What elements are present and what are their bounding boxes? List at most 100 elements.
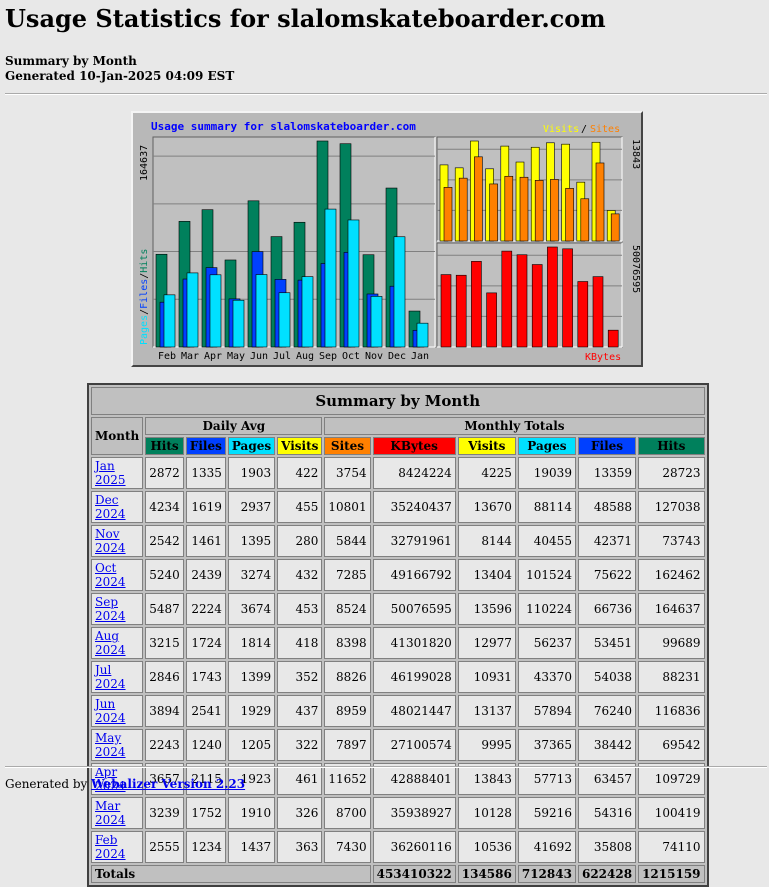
cell-hits: 88231	[638, 661, 705, 693]
cell-d-hits: 2243	[145, 729, 184, 761]
cell-d-hits: 2542	[145, 525, 184, 557]
cell-visits: 13137	[457, 695, 516, 727]
divider-top	[5, 93, 767, 95]
month-link[interactable]: May 2024	[95, 731, 126, 759]
cell-kbytes: 36260116	[372, 831, 456, 863]
monthly-totals-header: Monthly Totals	[324, 417, 705, 435]
left-axis-max-label: 164637	[139, 145, 150, 181]
cell-sites: 7897	[324, 729, 371, 761]
cell-d-pages: 1395	[227, 525, 276, 557]
cell-kbytes: 50076595	[372, 593, 456, 625]
footer-prefix: Generated by	[5, 777, 92, 791]
month-link[interactable]: Mar 2024	[95, 799, 126, 827]
month-link[interactable]: Jan 2025	[95, 459, 126, 487]
cell-hits: 116836	[638, 695, 705, 727]
cell-hits: 162462	[638, 559, 705, 591]
cell-d-files: 1619	[185, 491, 226, 523]
cell-d-hits: 2555	[145, 831, 184, 863]
table-row: Nov 2024 2542 1461 1395 280 5844 32791961 8144 4…	[91, 525, 705, 557]
cell-d-hits: 3894	[145, 695, 184, 727]
kbytes-bar	[501, 250, 513, 348]
left-axis-label-part: Pages	[139, 315, 150, 345]
cell-files: 48588	[577, 491, 637, 523]
month-cell: Oct 2024	[91, 559, 144, 591]
kbytes-bar	[577, 281, 589, 348]
cell-files: 53451	[577, 627, 637, 659]
x-tick-label: Jan	[411, 351, 429, 362]
webalizer-link[interactable]: Webalizer Version 2.23	[91, 777, 245, 791]
total-hits: 1215159	[638, 865, 705, 883]
cell-sites: 7430	[324, 831, 371, 863]
generated-timestamp: Generated 10-Jan-2025 04:09 EST	[5, 69, 235, 83]
cell-d-pages: 1910	[227, 797, 276, 829]
table-row: Jan 2025 2872 1335 1903 422 3754 8424224 4225 19…	[91, 457, 705, 489]
table-row: May 2024 2243 1240 1205 322 7897 27100574 9995 3…	[91, 729, 705, 761]
total-pages: 712843	[517, 865, 576, 883]
sites-bar	[504, 175, 514, 242]
cell-d-files: 1234	[185, 831, 226, 863]
col-daily-visits: Visits	[277, 437, 323, 455]
x-tick-label: Oct	[342, 351, 360, 362]
daily-avg-header: Daily Avg	[145, 417, 323, 435]
cell-d-visits: 453	[277, 593, 323, 625]
kbytes-bar	[562, 248, 573, 348]
month-link[interactable]: Sep 2024	[95, 595, 126, 623]
sites-bar	[489, 183, 498, 242]
cell-visits: 13596	[457, 593, 516, 625]
cell-hits: 99689	[638, 627, 705, 659]
month-link[interactable]: Feb 2024	[95, 833, 126, 861]
cell-d-files: 2224	[185, 593, 226, 625]
table-row: Feb 2024 2555 1234 1437 363 7430 36260116 10536…	[91, 831, 705, 863]
table-row: Oct 2024 5240 2439 3274 432 7285 49166792 13404…	[91, 559, 705, 591]
col-sites: Sites	[324, 437, 371, 455]
cell-files: 75622	[577, 559, 637, 591]
left-axis-label: Pages/Files/Hits	[139, 249, 150, 345]
x-tick-label: Feb	[158, 351, 176, 362]
cell-d-pages: 1903	[227, 457, 276, 489]
cell-pages: 40455	[517, 525, 576, 557]
legend-separator: /	[581, 124, 587, 135]
x-tick-label: Apr	[204, 351, 222, 362]
table-row: Jul 2024 2846 1743 1399 352 8826 46199028 10931…	[91, 661, 705, 693]
cell-d-hits: 3215	[145, 627, 184, 659]
cell-d-pages: 1205	[227, 729, 276, 761]
chart-title: Usage summary for slalomskateboarder.com	[151, 120, 416, 133]
cell-sites: 5844	[324, 525, 371, 557]
table-row: Jun 2024 3894 2541 1929 437 8959 48021447 13137…	[91, 695, 705, 727]
month-link[interactable]: Nov 2024	[95, 527, 126, 555]
cell-hits: 100419	[638, 797, 705, 829]
sites-bar	[474, 156, 483, 242]
cell-hits: 74110	[638, 831, 705, 863]
cell-pages: 88114	[517, 491, 576, 523]
cell-sites: 10801	[324, 491, 371, 523]
month-link[interactable]: Jun 2024	[95, 697, 126, 725]
x-tick-label: Sep	[319, 351, 337, 362]
cell-d-hits: 5487	[145, 593, 184, 625]
x-tick-label: Dec	[388, 351, 406, 362]
table-title: Summary by Month	[91, 387, 705, 415]
cell-hits: 73743	[638, 525, 705, 557]
cell-kbytes: 48021447	[372, 695, 456, 727]
x-tick-label: May	[227, 351, 245, 362]
month-link[interactable]: Jul 2024	[95, 663, 126, 691]
table-row: Mar 2024 3239 1752 1910 326 8700 35938927 10128…	[91, 797, 705, 829]
pages-bar	[232, 299, 245, 348]
col-daily-files: Files	[185, 437, 226, 455]
cell-pages: 110224	[517, 593, 576, 625]
cell-pages: 57894	[517, 695, 576, 727]
pages-bar	[416, 322, 429, 348]
cell-d-pages: 3674	[227, 593, 276, 625]
cell-kbytes: 35938927	[372, 797, 456, 829]
cell-sites: 8959	[324, 695, 371, 727]
cell-d-visits: 326	[277, 797, 323, 829]
col-files: Files	[577, 437, 637, 455]
cell-hits: 28723	[638, 457, 705, 489]
cell-visits: 10128	[457, 797, 516, 829]
kbytes-bar	[547, 246, 558, 348]
pages-bar	[278, 292, 291, 348]
month-link[interactable]: Oct 2024	[95, 561, 126, 589]
month-link[interactable]: Dec 2024	[95, 493, 126, 521]
pages-bar	[186, 272, 199, 348]
cell-files: 54038	[577, 661, 637, 693]
month-link[interactable]: Aug 2024	[95, 629, 126, 657]
